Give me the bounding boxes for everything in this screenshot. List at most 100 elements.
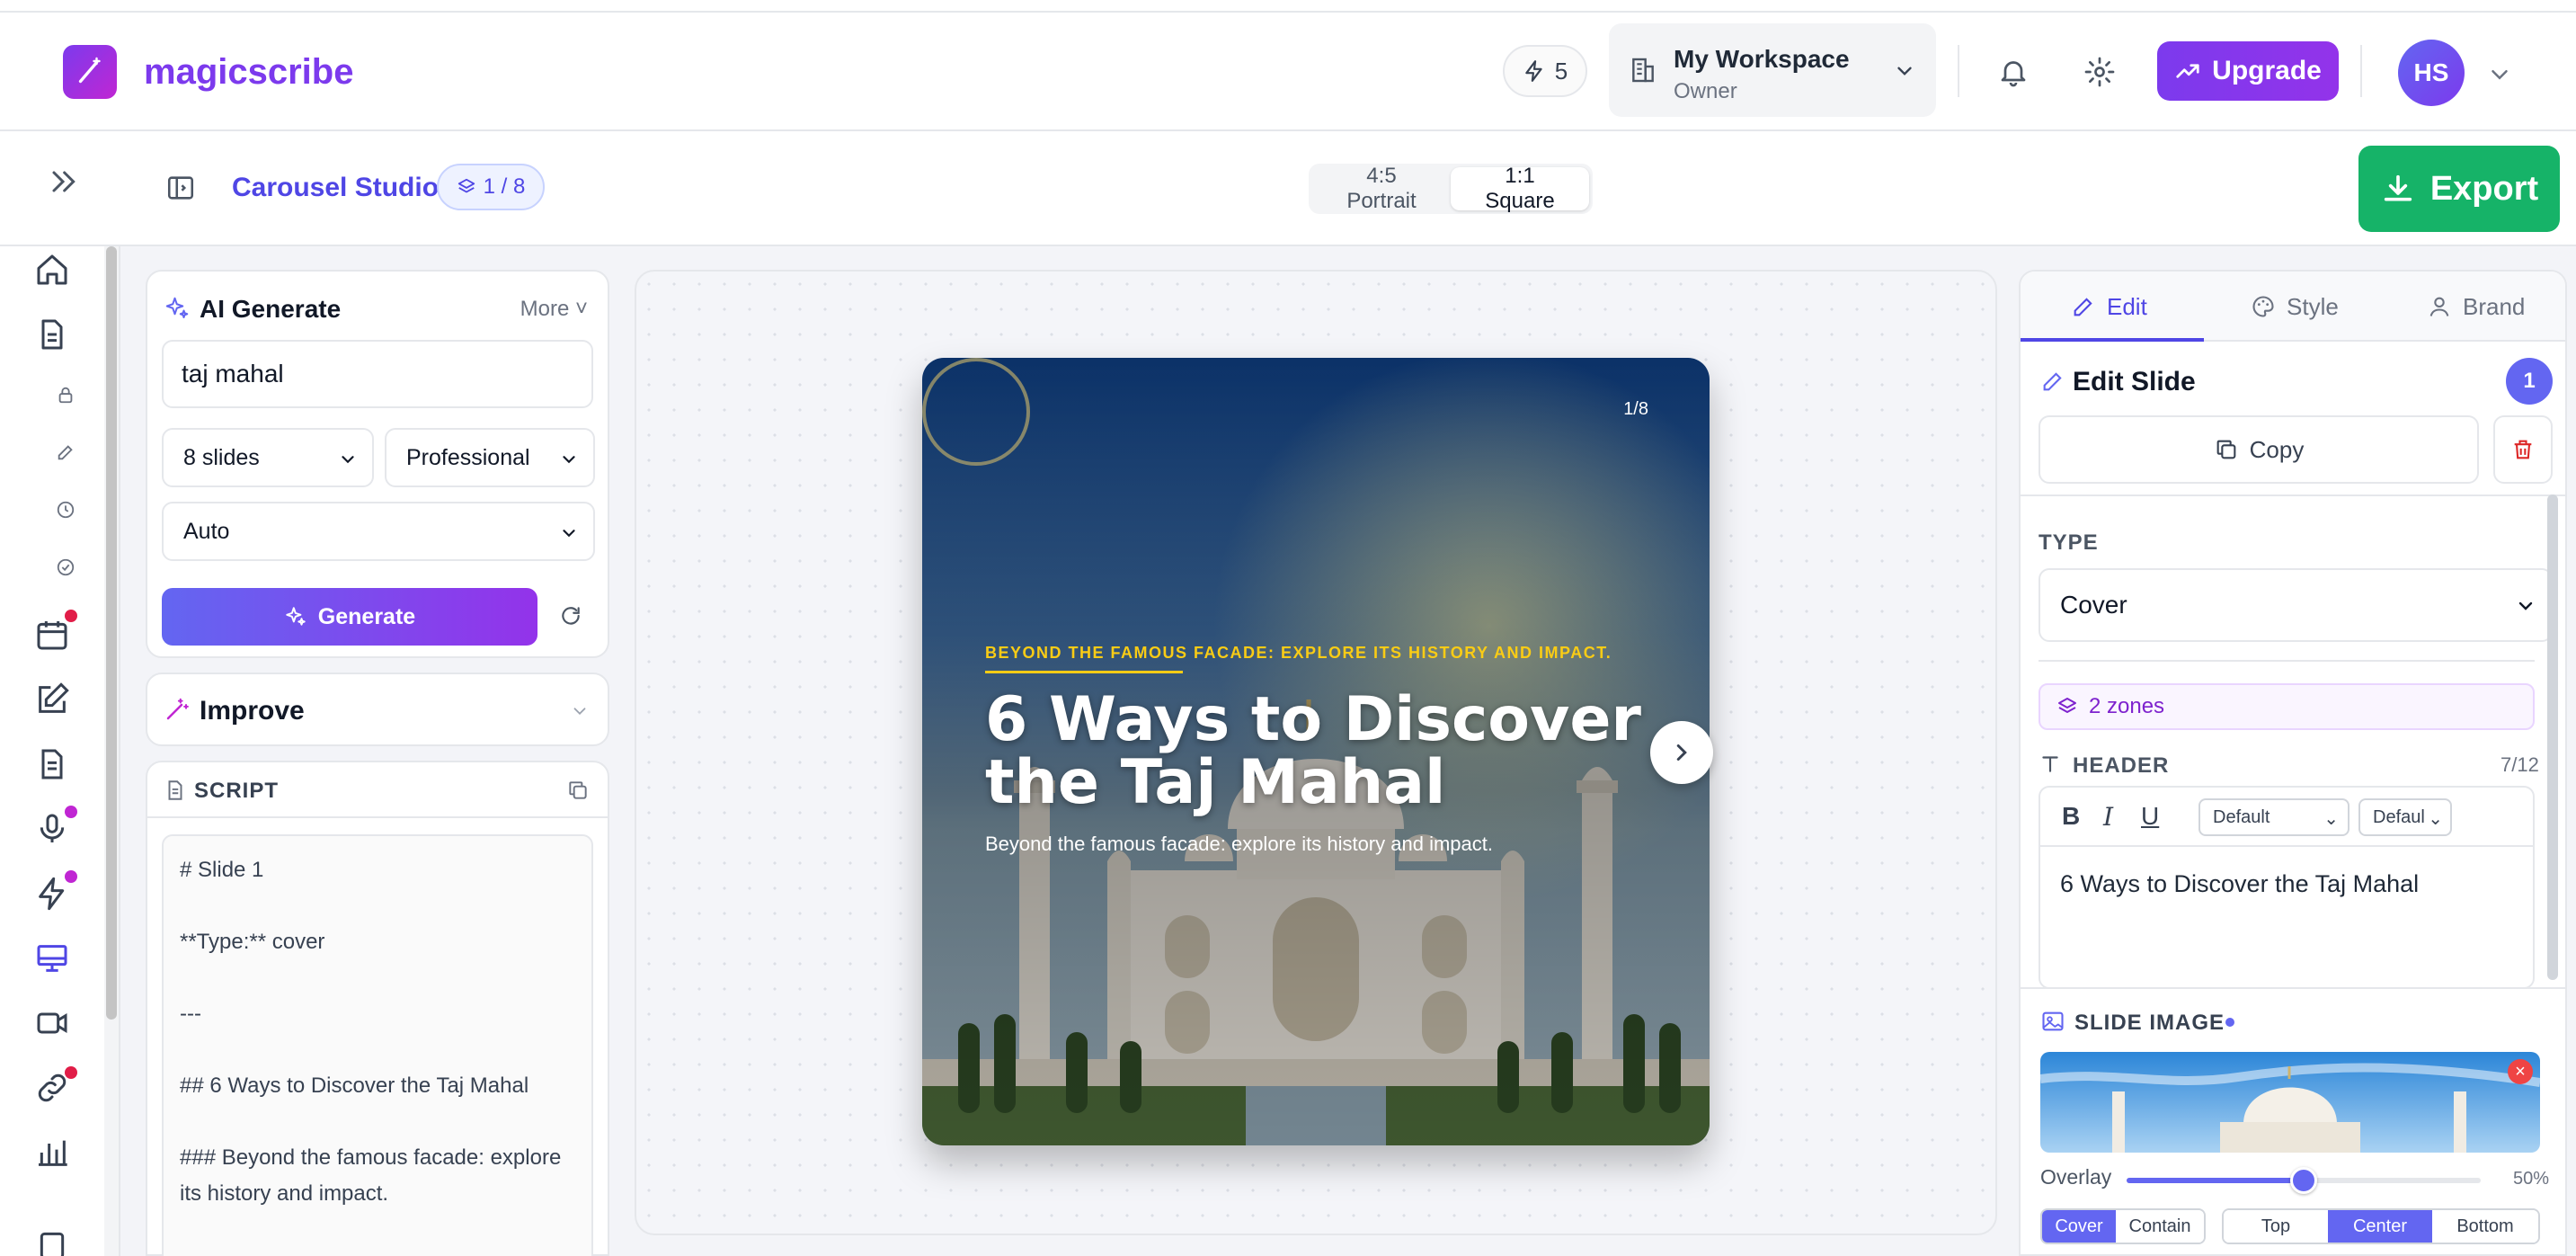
script-title: SCRIPT [194,779,280,803]
left-nav [0,246,120,1256]
nav-scroll-thumb[interactable] [106,246,117,1020]
aspect-ratio-toggle: 4:5 Portrait 1:1 Square [1309,164,1593,214]
script-textarea[interactable]: # Slide 1 **Type:** cover --- ## 6 Ways … [162,834,593,1256]
improve-title: Improve [200,696,305,726]
file-text-icon[interactable] [34,746,70,782]
position-center-button[interactable]: Center [2328,1210,2432,1243]
italic-button[interactable]: I [2103,802,2113,832]
slide-image-label: SLIDE IMAGE [2074,1011,2225,1035]
calendar-icon[interactable] [34,617,70,653]
refresh-icon[interactable] [559,604,582,628]
slide-count: 1 / 8 [483,174,526,199]
notification-dot [65,870,77,883]
square-icon[interactable] [34,1226,70,1256]
format-toolbar: B I U Default ⌄ Default ⌄ [2040,788,2533,847]
tab-style[interactable]: Style [2251,272,2339,342]
copy-icon[interactable] [566,779,590,802]
edit-slide-title: Edit Slide [2073,367,2196,396]
check-circle-icon[interactable] [56,557,76,577]
header-text[interactable]: 6 Ways to Discover the Taj Mahal [2060,870,2419,898]
script-line [180,960,575,996]
credits-badge[interactable]: 5 [1503,45,1587,97]
header-char-count: 7/12 [2500,753,2539,776]
clock-icon[interactable] [56,500,76,520]
tab-edit[interactable]: Edit [2071,272,2147,342]
size-select-value: Default [2373,806,2430,827]
font-select[interactable]: Default ⌄ [2198,798,2349,836]
more-options-toggle[interactable]: More ˅ [520,297,588,322]
bold-button[interactable]: B [2062,802,2080,831]
document-icon[interactable] [34,316,70,352]
workspace-name: My Workspace [1674,45,1850,73]
overlay-slider[interactable] [2127,1167,2481,1194]
header-editor: B I U Default ⌄ Default ⌄ 6 Ways to Discov… [2039,786,2535,989]
sparkles-icon [286,607,306,626]
tab-brand-label: Brand [2463,292,2526,320]
size-select[interactable]: Default ⌄ [2358,798,2452,836]
lock-icon[interactable] [56,385,76,405]
video-icon[interactable] [34,1005,70,1041]
generate-label: Generate [317,603,416,629]
position-top-button[interactable]: Top [2224,1210,2328,1243]
chevrons-right-icon[interactable] [45,164,81,200]
next-slide-button[interactable] [1650,721,1713,784]
chevron-down-icon[interactable] [2486,61,2513,88]
logo[interactable] [63,45,117,99]
fit-cover-button[interactable]: Cover [2042,1210,2116,1243]
slide-image-thumbnail[interactable] [2040,1052,2540,1153]
style-select[interactable]: Auto [162,502,595,561]
home-icon[interactable] [34,252,70,288]
slide-subtitle[interactable]: Beyond the famous facade: explore its hi… [985,833,1493,856]
position-bottom-button[interactable]: Bottom [2432,1210,2538,1243]
workspace-switcher[interactable]: My Workspace Owner [1609,23,1936,117]
bolt-icon [1525,60,1542,82]
fit-contain-button[interactable]: Contain [2116,1210,2204,1243]
upgrade-button[interactable]: Upgrade [2157,41,2339,101]
header-divider [2360,45,2362,97]
tab-brand[interactable]: Brand [2427,272,2525,342]
gear-icon[interactable] [2083,56,2116,88]
edit-small-icon[interactable] [56,442,76,462]
overlay-slider-thumb[interactable] [2290,1167,2317,1194]
chevron-down-icon [1897,67,1912,76]
active-tab-indicator [2021,338,2204,342]
panel-toggle-icon[interactable] [165,173,196,203]
improve-card[interactable]: Improve [146,673,609,746]
slide-kicker: BEYOND THE FAMOUS FACADE: EXPLORE ITS HI… [985,644,1612,662]
remove-image-button[interactable]: × [2508,1059,2533,1084]
generate-button[interactable]: Generate [162,588,537,646]
studio-toolbar: Carousel Studio 1 / 8 4:5 Portrait 1:1 S… [0,131,2576,246]
bolt-icon[interactable] [34,876,70,912]
copy-label: Copy [2249,435,2305,463]
bar-chart-icon[interactable] [34,1135,70,1171]
delete-slide-button[interactable] [2493,415,2553,484]
topic-input[interactable] [162,340,593,408]
divider [2021,494,2565,496]
script-line: **Type:** cover [180,930,325,954]
slide-count-badge: 1 / 8 [437,164,545,210]
slide-preview[interactable]: 1/8 BEYOND THE FAMOUS FACADE: EXPLORE IT… [922,358,1710,1145]
export-button[interactable]: Export [2358,146,2560,232]
slide-type-select[interactable]: Cover [2039,568,2553,642]
pen-square-icon[interactable] [34,681,70,717]
bell-icon[interactable] [1997,56,2030,88]
underline-button[interactable]: U [2141,802,2159,831]
slide-count-select[interactable]: 8 slides [162,428,374,487]
wand-icon [166,698,189,720]
avatar[interactable]: HS [2398,40,2465,106]
export-label: Export [2429,169,2539,208]
slide-image-section: SLIDE IMAGE × Overlay 50% Cover Contain … [2021,987,2565,1254]
ratio-portrait-button[interactable]: 4:5 Portrait [1312,164,1451,213]
right-panel-scrollbar[interactable] [2547,494,2558,980]
upgrade-label: Upgrade [2212,56,2322,85]
ratio-square-button[interactable]: 1:1 Square [1450,164,1589,213]
user-icon [2429,297,2449,316]
monitor-icon[interactable] [34,940,70,976]
image-position-toggle: Top Center Bottom [2222,1208,2540,1244]
copy-slide-button[interactable]: Copy [2039,415,2479,484]
tone-select[interactable]: Professional [385,428,595,487]
divider [2039,660,2535,662]
microphone-icon[interactable] [34,811,70,847]
trending-up-icon [2176,64,2199,78]
slide-title[interactable]: 6 Ways to Discover the Taj Mahal [985,689,1668,815]
